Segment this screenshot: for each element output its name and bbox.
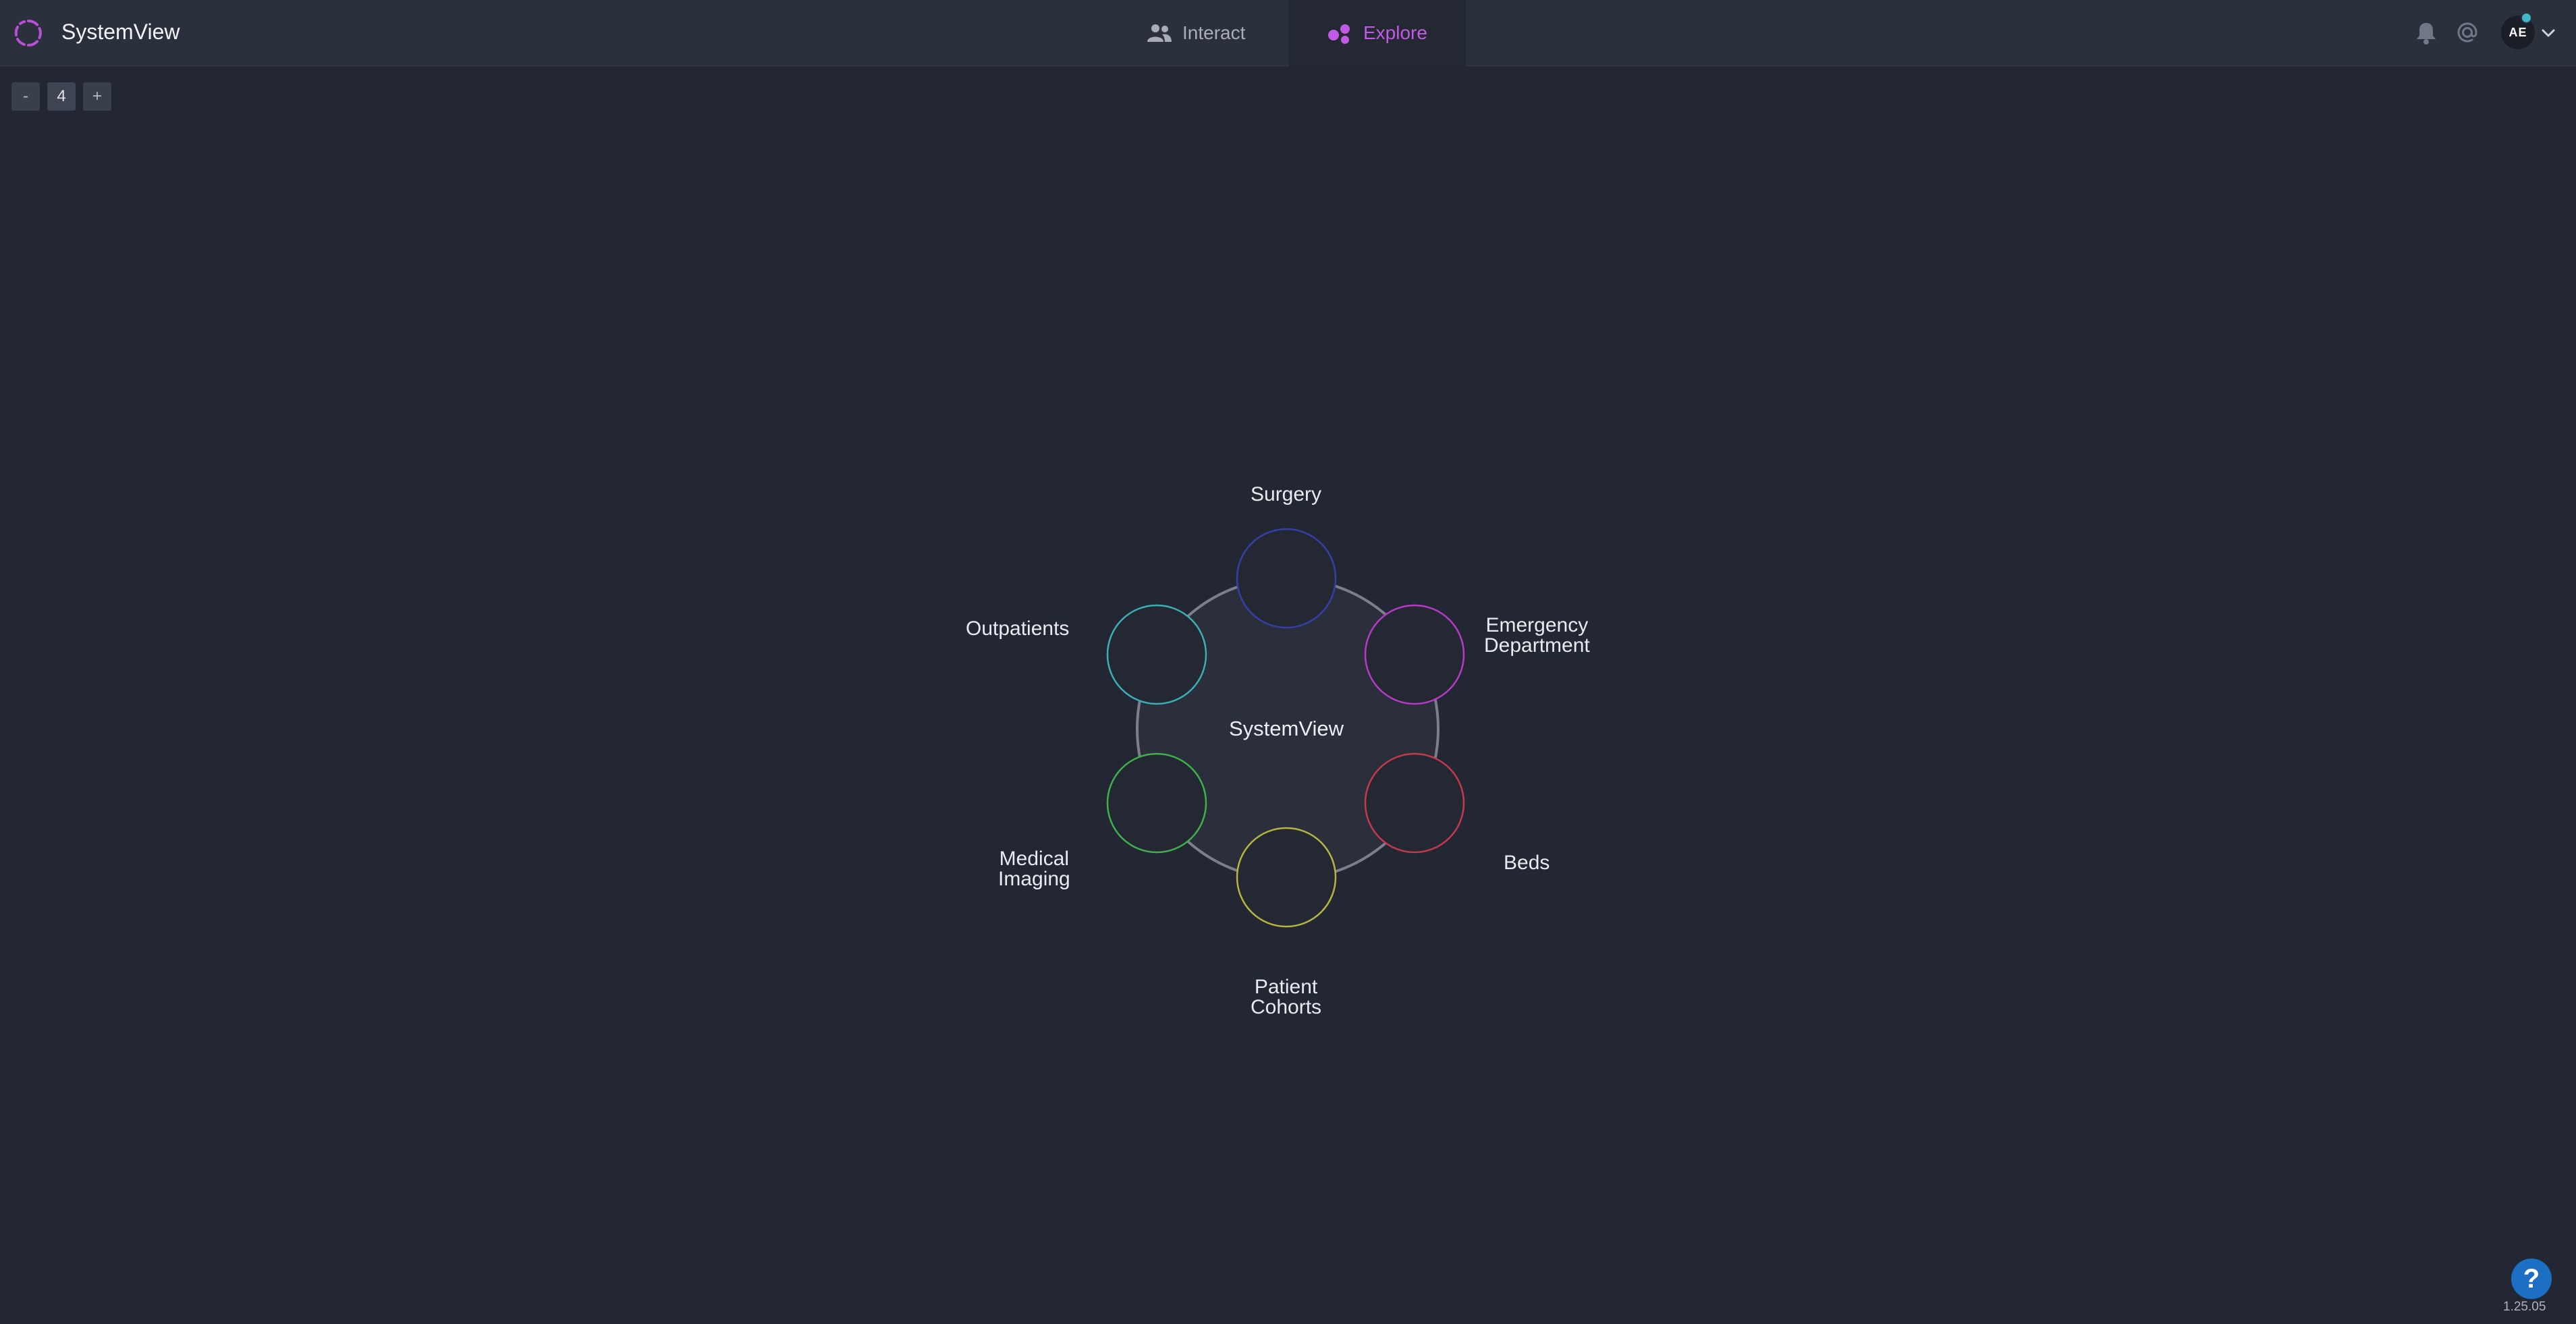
node-patient-cohorts[interactable] <box>1236 827 1337 928</box>
node-label-patient-cohorts[interactable]: Patient Cohorts <box>1251 977 1321 1018</box>
node-label-beds[interactable]: Beds <box>1504 853 1550 873</box>
node-label-outpatients[interactable]: Outpatients <box>966 619 1069 639</box>
node-emergency-department[interactable] <box>1364 604 1465 705</box>
node-label-surgery[interactable]: Surgery <box>1251 485 1321 505</box>
node-medical-imaging[interactable] <box>1106 752 1207 854</box>
node-label-medical-imaging[interactable]: Medical Imaging <box>998 849 1070 889</box>
node-beds[interactable] <box>1364 752 1465 854</box>
node-label-emergency-department[interactable]: Emergency Department <box>1484 615 1590 656</box>
node-surgery[interactable] <box>1236 528 1337 629</box>
help-button[interactable]: ? <box>2511 1259 2552 1299</box>
center-label: SystemView <box>1229 717 1344 740</box>
node-outpatients[interactable] <box>1106 604 1207 705</box>
version-label: 1.25.05 <box>2503 1300 2546 1314</box>
system-diagram <box>1106 528 1465 928</box>
